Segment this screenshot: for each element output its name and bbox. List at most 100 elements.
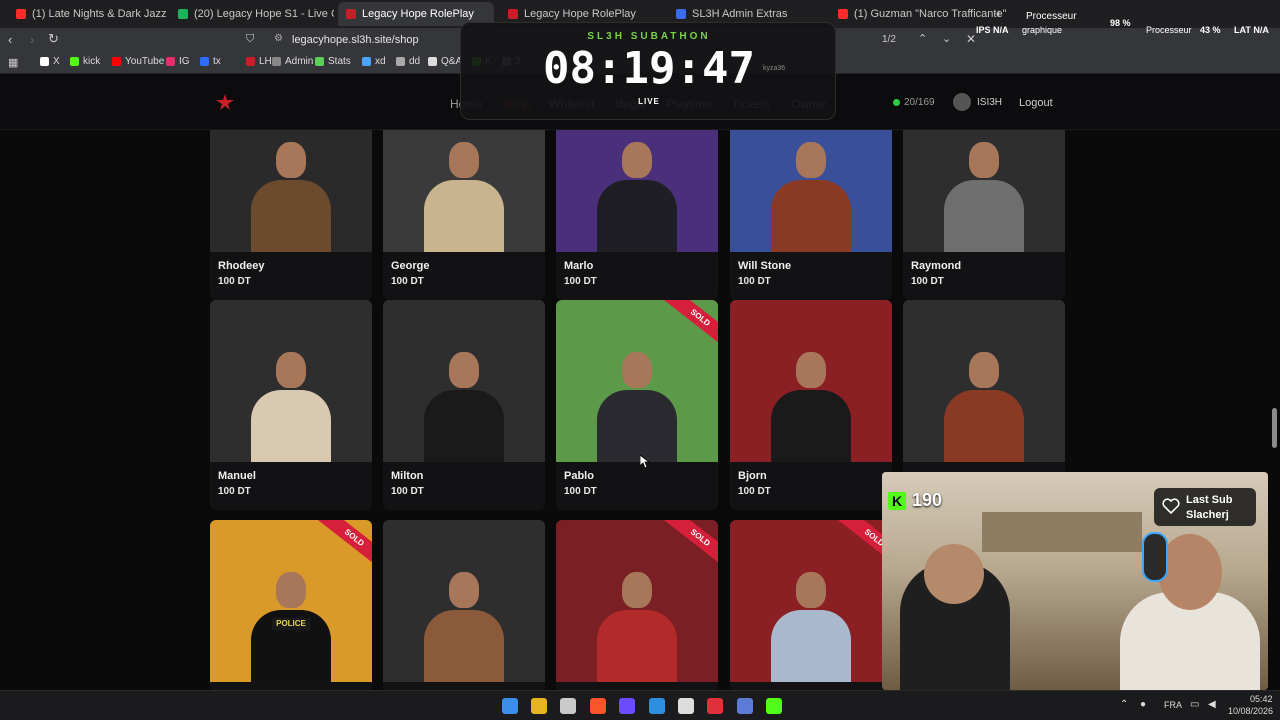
language-indicator[interactable]: FRA	[1164, 700, 1182, 710]
character-card[interactable]: Manuel 100 DT	[210, 300, 372, 510]
character-card[interactable]: Milton 100 DT	[383, 300, 545, 510]
character-image	[210, 300, 372, 462]
bookmark-item[interactable]: IG	[166, 56, 190, 67]
character-outfit	[597, 390, 677, 462]
forward-icon[interactable]: ›	[30, 32, 34, 47]
character-price: 100 DT	[738, 276, 771, 287]
network-icon[interactable]: ▭	[1190, 699, 1199, 710]
character-head	[276, 142, 306, 178]
character-card[interactable]: Raymond 100 DT	[903, 130, 1065, 300]
character-card[interactable]: SOLD Pablo 100 DT	[556, 300, 718, 510]
browser-tab[interactable]: (1) Late Nights & Dark Jazz — Vi	[8, 2, 166, 26]
character-figure	[944, 132, 1024, 252]
character-image: POLICE SOLD	[210, 520, 372, 682]
address-bar[interactable]: legacyhope.sl3h.site/shop	[292, 34, 419, 46]
character-image	[210, 130, 372, 252]
app-icon-2[interactable]	[649, 698, 665, 714]
browser-tab[interactable]: (20) Legacy Hope S1 - Live Console	[170, 2, 334, 26]
find-close-icon[interactable]: ✕	[966, 32, 976, 46]
bookmark-item[interactable]: YouTube	[112, 56, 164, 67]
bookmark-item[interactable]: xd	[362, 56, 386, 67]
app-icon-6[interactable]	[766, 698, 782, 714]
character-name: Manuel	[218, 470, 256, 482]
bookmark-item[interactable]: X	[40, 56, 60, 67]
character-price: 100 DT	[218, 486, 251, 497]
character-figure	[597, 342, 677, 462]
character-card[interactable]	[383, 520, 545, 690]
find-prev-icon[interactable]: ⌃	[918, 32, 927, 45]
character-figure	[597, 562, 677, 682]
bookmark-icon	[428, 57, 437, 66]
cpu-value: 98 %	[1110, 18, 1131, 28]
tab-title: (1) Late Nights & Dark Jazz — Vi	[32, 8, 166, 20]
bookmark-icon	[246, 57, 255, 66]
bookmark-item[interactable]: kick	[70, 56, 100, 67]
character-head	[969, 352, 999, 388]
character-card[interactable]: Will Stone 100 DT	[730, 130, 892, 300]
app-icon-5[interactable]	[737, 698, 753, 714]
character-card[interactable]: Rhodeey 100 DT	[210, 130, 372, 300]
bookmark-item[interactable]: Stats	[315, 56, 351, 67]
reload-icon[interactable]: ↻	[48, 31, 59, 47]
character-outfit	[251, 180, 331, 252]
character-figure	[597, 132, 677, 252]
start-menu-icon[interactable]	[502, 698, 518, 714]
bookmark-label: Q&A	[441, 56, 463, 67]
brave-browser-icon[interactable]	[590, 698, 606, 714]
app-icon-4[interactable]	[707, 698, 723, 714]
clock-time[interactable]: 05:42	[1250, 694, 1273, 704]
site-logo[interactable]	[216, 94, 234, 110]
character-outfit	[251, 390, 331, 462]
character-figure	[251, 132, 331, 252]
character-card[interactable]: SOLD	[730, 520, 892, 690]
bookmark-item[interactable]: dd	[396, 56, 420, 67]
webcam-overlay: K 190 Last Sub Slacherj	[882, 472, 1268, 690]
last-sub-box: Last Sub Slacherj	[1154, 488, 1256, 526]
bookmark-item[interactable]: Admin	[272, 56, 313, 67]
character-card[interactable]: Marlo 100 DT	[556, 130, 718, 300]
bookmark-star-icon[interactable]: ⛉	[246, 33, 254, 46]
bookmark-item[interactable]: LH	[246, 56, 272, 67]
file-explorer-icon[interactable]	[531, 698, 547, 714]
find-next-icon[interactable]: ⌄	[942, 32, 951, 45]
character-card[interactable]: Bjorn 100 DT	[730, 300, 892, 510]
character-outfit	[771, 390, 851, 462]
character-head	[622, 572, 652, 608]
discord-icon[interactable]	[619, 698, 635, 714]
last-sub-name: Slacherj	[1186, 509, 1229, 521]
microphone-icon[interactable]: ●	[1140, 699, 1146, 710]
character-card[interactable]: George 100 DT	[383, 130, 545, 300]
volume-icon[interactable]: ◀	[1208, 699, 1216, 710]
app-icon-3[interactable]	[678, 698, 694, 714]
character-card[interactable]: POLICE SOLD	[210, 520, 372, 690]
tray-chevron-icon[interactable]: ⌃	[1120, 699, 1128, 710]
site-info-icon[interactable]: ⚙	[274, 33, 283, 44]
bookmark-item[interactable]: Q&A	[428, 56, 462, 67]
bookmark-label: IG	[179, 56, 190, 67]
character-card[interactable]: SOLD	[556, 520, 718, 690]
new-tab-icon[interactable]: +	[995, 6, 1003, 21]
character-outfit	[944, 180, 1024, 252]
username[interactable]: ISI3H	[977, 97, 1002, 108]
avatar[interactable]	[953, 93, 971, 111]
tab-favicon-icon	[178, 9, 188, 19]
character-outfit	[771, 180, 851, 252]
logout-link[interactable]: Logout	[1019, 97, 1053, 109]
windows-taskbar: ⌃ ● FRA ▭ ◀ 05:42 10/08/2026	[0, 690, 1280, 720]
bookmark-label: YouTube	[125, 56, 165, 67]
character-image: SOLD	[556, 520, 718, 682]
app-icon-1[interactable]	[560, 698, 576, 714]
bookmark-item[interactable]: tx	[200, 56, 221, 67]
back-icon[interactable]: ‹	[8, 32, 12, 47]
apps-grid-icon[interactable]: ▦	[8, 56, 18, 69]
character-image	[903, 300, 1065, 462]
clock-date[interactable]: 10/08/2026	[1228, 706, 1273, 716]
bookmark-label: tx	[213, 56, 221, 67]
character-head	[449, 352, 479, 388]
character-outfit	[597, 180, 677, 252]
character-figure	[424, 342, 504, 462]
page-scrollbar[interactable]	[1272, 408, 1277, 448]
browser-tab[interactable]: (1) Guzman "Narco Trafficante" Joaq	[830, 2, 1006, 26]
bookmark-icon	[200, 57, 209, 66]
character-head	[449, 572, 479, 608]
